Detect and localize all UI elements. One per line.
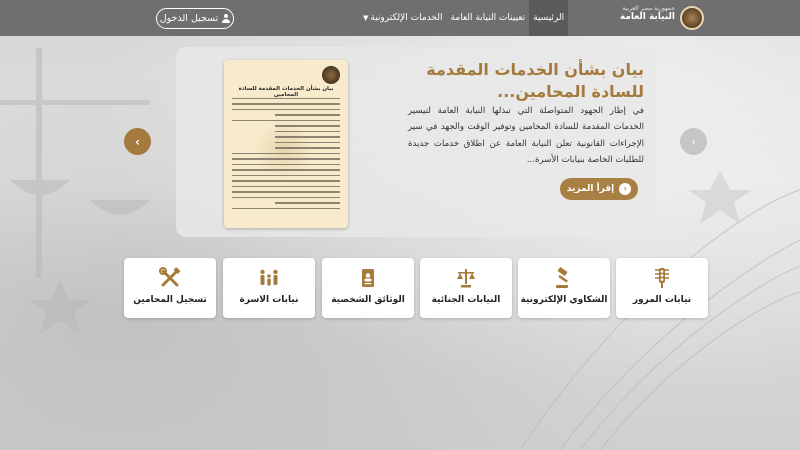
service-label: الوثائق الشخصية	[331, 295, 405, 305]
nav-item-home[interactable]: الرئيسية	[529, 0, 569, 36]
services-grid: نيابات المرور الشكاوي الإلكترونية النياب…	[124, 258, 708, 318]
news-carousel-slide: بيان بشأن الخدمات المقدمة للسادة المحامي…	[176, 47, 656, 237]
nav-label: الخدمات الإلكترونية	[370, 13, 443, 23]
read-more-label: إقرأ المزيد	[566, 184, 615, 194]
service-card-personal-docs[interactable]: الوثائق الشخصية	[322, 258, 414, 318]
chevron-right-icon: ›	[691, 134, 696, 149]
service-card-criminal[interactable]: النيابات الجنائية	[420, 258, 512, 318]
carousel-prev-button[interactable]: ‹	[124, 128, 151, 155]
service-label: الشكاوي الإلكترونية	[520, 295, 608, 305]
scales-icon	[420, 267, 512, 289]
read-more-button[interactable]: ‹ إقرأ المزيد	[560, 178, 638, 200]
statement-document-image[interactable]: بيان بشأن الخدمات المقدمة للسادة المحامي…	[224, 60, 348, 228]
document-text-lines	[232, 98, 340, 220]
nav-item-appointments[interactable]: تعيينات النيابة العامة	[446, 0, 529, 36]
slide-title[interactable]: بيان بشأن الخدمات المقدمة للسادة المحامي…	[394, 59, 644, 102]
service-card-traffic[interactable]: نيابات المرور	[616, 258, 708, 318]
nav-label: تعيينات النيابة العامة	[450, 13, 526, 23]
service-label: تسجيل المحامين	[133, 295, 207, 305]
login-label: تسجيل الدخول	[159, 13, 219, 24]
service-card-family[interactable]: نيابات الاسرة	[223, 258, 315, 318]
main-nav: ▼ الخدمات الإلكترونية تعيينات النيابة ال…	[359, 0, 569, 36]
login-button[interactable]: تسجيل الدخول	[156, 8, 234, 29]
chevron-left-icon: ‹	[135, 134, 140, 149]
caret-down-icon: ▼	[363, 14, 369, 22]
service-card-e-complaints[interactable]: الشكاوي الإلكترونية	[518, 258, 610, 318]
nav-item-e-services[interactable]: ▼ الخدمات الإلكترونية	[359, 0, 446, 36]
tools-icon	[124, 267, 216, 289]
id-card-icon	[322, 267, 414, 289]
logo-title: النيابة العامة	[619, 11, 675, 22]
carousel-next-button[interactable]: ›	[680, 128, 707, 155]
logo-text: جمهورية مصر العربية النيابة العامة	[619, 5, 675, 22]
gavel-icon	[518, 267, 610, 289]
site-logo[interactable]: جمهورية مصر العربية النيابة العامة	[619, 5, 704, 30]
emblem-icon	[680, 6, 704, 30]
chevron-left-icon: ‹	[619, 183, 632, 195]
traffic-light-icon	[616, 267, 708, 289]
service-card-lawyer-registration[interactable]: تسجيل المحامين	[124, 258, 216, 318]
nav-label: الرئيسية	[533, 13, 565, 23]
user-icon	[222, 14, 231, 23]
service-label: نيابات الاسرة	[239, 295, 299, 305]
document-title: بيان بشأن الخدمات المقدمة للسادة المحامي…	[238, 86, 334, 98]
service-label: نيابات المرور	[632, 295, 692, 305]
family-icon	[223, 267, 315, 289]
service-label: النيابات الجنائية	[431, 295, 501, 305]
document-emblem-icon	[322, 66, 340, 84]
slide-excerpt: في إطار الجهود المتواصلة التي تبذلها الن…	[408, 106, 644, 165]
